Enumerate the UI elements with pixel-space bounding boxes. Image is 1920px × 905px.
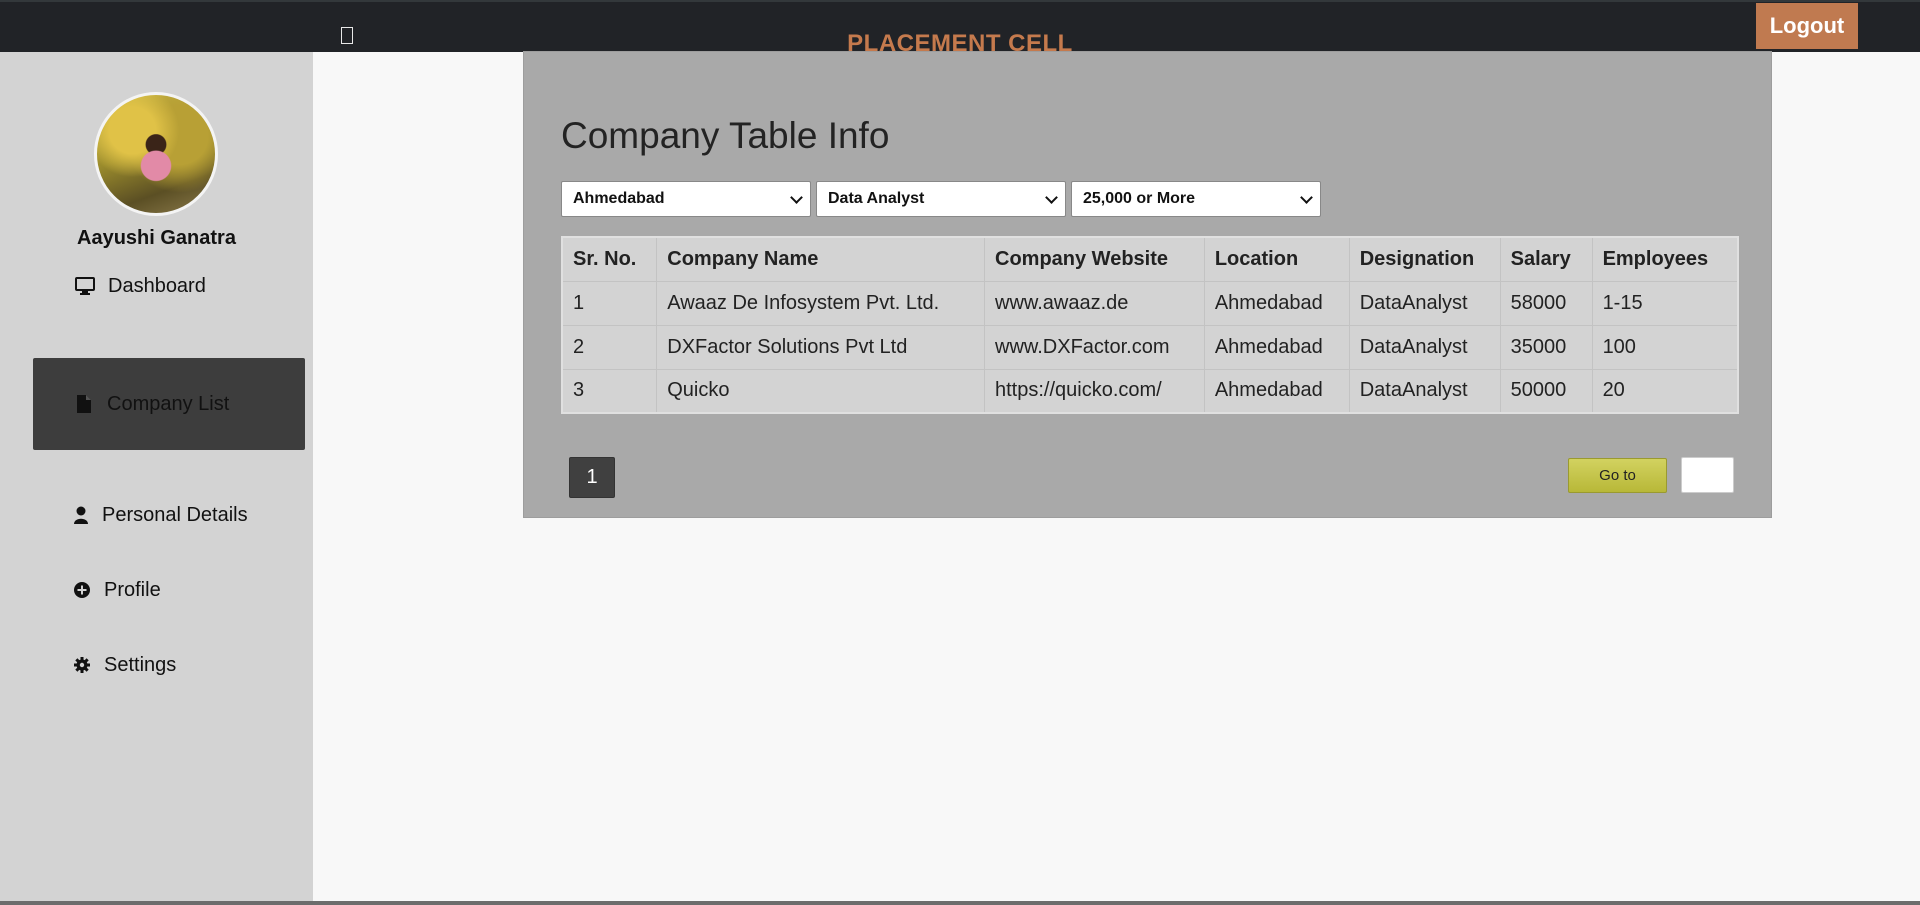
chevron-down-icon	[790, 191, 803, 204]
table-cell: 1	[562, 281, 658, 326]
sidebar: Aayushi Ganatra Dashboard Company List P…	[0, 52, 313, 905]
company-table-card: Company Table Info Ahmedabad Data Analys…	[523, 51, 1772, 518]
table-row: 2 DXFactor Solutions Pvt Ltd www.DXFacto…	[562, 325, 1739, 370]
top-navbar: PLACEMENT CELL Logout	[0, 0, 1920, 57]
page-1-button[interactable]: 1	[569, 457, 615, 498]
goto-button[interactable]: Go to	[1568, 458, 1667, 493]
sidebar-item-profile[interactable]: Profile	[74, 569, 274, 611]
sidebar-item-label: Profile	[104, 578, 161, 601]
table-cell: www.awaaz.de	[984, 281, 1205, 326]
chevron-down-icon	[1300, 191, 1313, 204]
table-cell: DXFactor Solutions Pvt Ltd	[656, 325, 985, 370]
table-cell: 2	[562, 325, 658, 370]
table-cell: DataAnalyst	[1349, 325, 1501, 370]
gear-icon	[74, 655, 90, 675]
logout-button[interactable]: Logout	[1756, 3, 1858, 49]
table-cell: Ahmedabad	[1204, 281, 1350, 326]
user-icon	[74, 505, 88, 525]
desktop-icon	[74, 276, 96, 296]
table-cell: 1-15	[1592, 281, 1739, 326]
file-icon	[73, 394, 95, 414]
table-cell: 20	[1592, 369, 1739, 414]
column-header: Company Name	[656, 237, 985, 282]
sidebar-item-company-list[interactable]: Company List	[33, 358, 305, 450]
column-header: Employees	[1592, 237, 1739, 282]
table-cell: DataAnalyst	[1349, 369, 1501, 414]
column-header: Location	[1204, 237, 1350, 282]
column-header: Company Website	[984, 237, 1205, 282]
table-row: 1 Awaaz De Infosystem Pvt. Ltd. www.awaa…	[562, 281, 1739, 326]
company-table: Sr. No. Company Name Company Website Loc…	[561, 236, 1739, 414]
sidebar-item-label: Dashboard	[108, 274, 206, 297]
table-cell: Ahmedabad	[1204, 325, 1350, 370]
bottom-divider	[0, 901, 1920, 905]
location-select[interactable]: Ahmedabad	[561, 181, 811, 217]
sidebar-item-label: Personal Details	[102, 503, 248, 526]
goto-page-input[interactable]	[1681, 457, 1734, 493]
designation-select-value: Data Analyst	[828, 190, 925, 207]
page-title: Company Table Info	[561, 115, 890, 156]
table-cell: 35000	[1500, 325, 1593, 370]
salary-select-value: 25,000 or More	[1083, 190, 1196, 207]
table-row: 3 Quicko https://quicko.com/ Ahmedabad D…	[562, 369, 1739, 414]
avatar	[94, 92, 218, 216]
table-cell: www.DXFactor.com	[984, 325, 1205, 370]
column-header: Sr. No.	[562, 237, 658, 282]
sidebar-item-label: Settings	[104, 653, 177, 676]
table-cell: 50000	[1500, 369, 1593, 414]
table-cell: 3	[562, 369, 658, 414]
sidebar-item-label: Company List	[107, 392, 230, 415]
sidebar-item-settings[interactable]: Settings	[74, 644, 274, 686]
table-cell: Quicko	[656, 369, 985, 414]
designation-select[interactable]: Data Analyst	[816, 181, 1066, 217]
table-cell: Awaaz De Infosystem Pvt. Ltd.	[656, 281, 985, 326]
table-cell: 100	[1592, 325, 1739, 370]
column-header: Designation	[1349, 237, 1501, 282]
column-header: Salary	[1500, 237, 1593, 282]
salary-select[interactable]: 25,000 or More	[1071, 181, 1321, 217]
table-header-row: Sr. No. Company Name Company Website Loc…	[562, 237, 1739, 282]
table-cell: 58000	[1500, 281, 1593, 326]
user-name: Aayushi Ganatra	[77, 227, 236, 249]
sidebar-item-dashboard[interactable]: Dashboard	[74, 265, 274, 307]
table-cell: Ahmedabad	[1204, 369, 1350, 414]
table-cell: DataAnalyst	[1349, 281, 1501, 326]
sidebar-item-personal-details[interactable]: Personal Details	[74, 494, 294, 536]
table-cell: https://quicko.com/	[984, 369, 1205, 414]
plus-circle-icon	[74, 580, 90, 600]
location-select-value: Ahmedabad	[573, 190, 665, 207]
chevron-down-icon	[1045, 191, 1058, 204]
